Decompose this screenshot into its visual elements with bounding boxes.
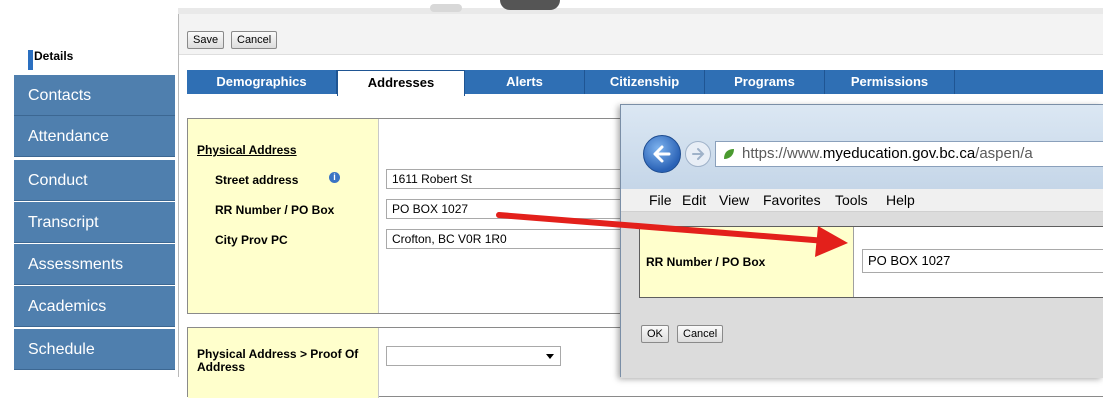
street-address-field[interactable]: 1611 Robert St — [386, 169, 626, 189]
sidebar-item-details[interactable]: Details — [14, 36, 175, 77]
tab-demographics[interactable]: Demographics — [187, 70, 337, 94]
cancel-button[interactable]: Cancel — [231, 31, 278, 49]
rr-number-field[interactable]: PO BOX 1027 — [862, 249, 1103, 273]
menu-view[interactable]: View — [719, 189, 749, 211]
info-icon[interactable]: i — [329, 172, 340, 183]
rr-number-label: RR Number / PO Box — [646, 255, 766, 269]
address-bar[interactable]: https://www.myeducation.gov.bc.ca/aspen/… — [715, 141, 1103, 167]
back-arrow-icon — [653, 145, 671, 163]
sidebar-item-schedule[interactable]: Schedule — [14, 329, 175, 370]
top-strip — [0, 0, 1103, 14]
city-prov-field[interactable]: Crofton, BC V0R 1R0 — [386, 229, 626, 249]
url-text: https://www.myeducation.gov.bc.ca/aspen/… — [742, 142, 1033, 166]
tab-bar: Demographics Addresses Alerts Citizenshi… — [187, 70, 1103, 96]
save-button[interactable]: Save — [187, 31, 225, 49]
sidebar-item-label: Contacts — [28, 87, 92, 104]
sidebar-item-label: Transcript — [28, 214, 99, 231]
sidebar-item-label: Schedule — [28, 341, 95, 358]
back-button[interactable] — [643, 135, 681, 173]
sidebar-item-attendance[interactable]: Attendance — [14, 116, 175, 157]
sidebar-item-label: Assessments — [28, 256, 124, 273]
section-title: Physical Address — [197, 143, 297, 157]
forward-button[interactable] — [685, 141, 711, 167]
city-prov-label: City Prov PC — [215, 233, 288, 247]
proof-of-address-select[interactable] — [386, 346, 561, 366]
sidebar-item-conduct[interactable]: Conduct — [14, 160, 175, 201]
menu-tools[interactable]: Tools — [835, 189, 868, 211]
tab-citizenship[interactable]: Citizenship — [585, 70, 705, 94]
menu-edit[interactable]: Edit — [682, 189, 706, 211]
tab-programs[interactable]: Programs — [705, 70, 825, 94]
chevron-down-icon — [546, 354, 554, 359]
sidebar-item-label: Conduct — [28, 172, 88, 189]
tab-permissions[interactable]: Permissions — [825, 70, 955, 94]
sidebar-item-transcript[interactable]: Transcript — [14, 202, 175, 243]
menu-file[interactable]: File — [649, 189, 672, 211]
toolbar: Save Cancel — [179, 14, 1103, 55]
sidebar-item-academics[interactable]: Academics — [14, 286, 175, 327]
sidebar-item-assessments[interactable]: Assessments — [14, 244, 175, 285]
sidebar-item-label: Attendance — [28, 128, 109, 145]
header-decoration — [500, 0, 560, 10]
popup-window: https://www.myeducation.gov.bc.ca/aspen/… — [620, 104, 1103, 378]
site-favicon-icon — [724, 149, 734, 159]
popup-body: RR Number / PO Box PO BOX 1027 OK Cancel — [621, 212, 1103, 378]
sidebar: Details Contacts Attendance Conduct Tran… — [0, 14, 175, 377]
forward-arrow-icon — [692, 148, 705, 160]
tab-addresses[interactable]: Addresses — [337, 70, 465, 96]
ok-button[interactable]: OK — [641, 325, 669, 343]
sidebar-item-contacts[interactable]: Contacts — [14, 75, 175, 116]
menu-bar: File Edit View Favorites Tools Help — [621, 189, 1103, 212]
menu-help[interactable]: Help — [886, 189, 915, 211]
popup-field-box: RR Number / PO Box PO BOX 1027 — [639, 226, 1103, 298]
url-prefix: https://www. — [742, 145, 823, 162]
header-decoration — [430, 4, 462, 12]
menu-favorites[interactable]: Favorites — [763, 189, 821, 211]
proof-of-address-label: Physical Address > Proof Of Address — [197, 347, 359, 374]
browser-chrome: https://www.myeducation.gov.bc.ca/aspen/… — [621, 105, 1103, 189]
cancel-button[interactable]: Cancel — [677, 325, 724, 343]
sidebar-item-label: Academics — [28, 298, 107, 315]
url-suffix: /aspen/a — [975, 145, 1033, 162]
street-address-label: Street address — [215, 173, 299, 187]
tab-alerts[interactable]: Alerts — [465, 70, 585, 94]
url-domain: myeducation.gov.bc.ca — [822, 145, 976, 162]
rr-number-field[interactable]: PO BOX 1027 — [386, 199, 626, 219]
sidebar-item-label: Details — [34, 49, 74, 63]
rr-number-label: RR Number / PO Box — [215, 203, 335, 217]
